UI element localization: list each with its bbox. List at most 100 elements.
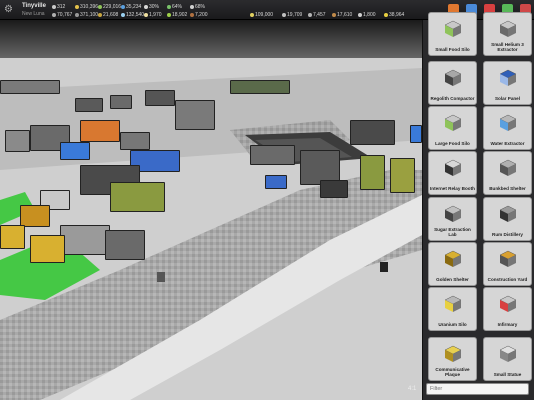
stat-value: 21,608 [103,12,119,18]
game-speed-indicator[interactable]: 4:1 [408,386,416,392]
research-icon [282,12,286,17]
stat-tool: 7,457 [308,12,326,18]
build-card-rum-distillery[interactable]: Rum Distillery [483,197,532,241]
colony-building[interactable] [0,80,60,94]
settings-gear-icon[interactable]: ⚙ [4,5,14,15]
build-card-water-extractor[interactable]: Water Extractor [483,106,532,150]
build-card-solar-panel[interactable]: Solar Panel [483,61,532,105]
stat-value: 1,800 [363,12,376,18]
building-thumbnail-icon [441,17,465,39]
colony-building[interactable] [175,100,215,130]
building-thumbnail-icon [441,111,465,133]
stat-energy: 109,000 [250,12,273,18]
colony-building[interactable] [5,130,30,152]
build-card-large-food-silo[interactable]: Large Food Silo [428,106,477,150]
colony-building[interactable] [105,230,145,260]
build-card-construction-yard[interactable]: Construction Yard [483,242,532,286]
stat-value: 7,457 [313,12,326,18]
stat-oxygen: 30% [144,4,159,10]
stat-value: 109,000 [255,12,274,18]
build-card-small-food-silo[interactable]: Small Food Silo [428,12,477,56]
colony-building[interactable] [110,95,132,109]
colonist-sprite[interactable] [380,262,388,272]
helium-icon [98,12,102,17]
colonist-sprite[interactable] [157,272,165,282]
build-card-label: Construction Yard [487,277,528,282]
coin-icon [75,4,79,9]
stat-morale: 64% [167,4,182,10]
stat-helium: 21,608 [98,12,118,18]
health-icon [190,4,194,9]
colony-subtitle: New Luna [22,11,45,17]
build-card-label: Small Food Silo [435,47,470,52]
build-card-small-statue[interactable]: Small Statue [483,337,532,381]
build-card-communicative-plaque[interactable]: Communicative Plaque [428,337,477,381]
colony-building[interactable] [20,205,50,227]
colony-building[interactable] [60,142,90,160]
stat-value: 312 [57,4,66,10]
build-card-label: Internet Relay Booth [430,186,475,191]
build-card-label: Water Extractor [490,141,525,146]
colony-building[interactable] [145,90,175,106]
colony-building[interactable] [60,225,110,255]
crate-icon [332,12,336,17]
build-card-golden-shelter[interactable]: Golden Shelter [428,242,477,286]
colony-building[interactable] [120,132,150,150]
colony-building[interactable] [390,158,415,193]
dna-icon [358,12,362,17]
stat-health: 68% [190,4,205,10]
water-icon [121,4,125,9]
colony-building[interactable] [0,225,25,249]
build-card-sugar-extraction-lab[interactable]: Sugar Extraction Lab [428,197,477,241]
stat-coin: 310,396 [75,4,98,10]
game-viewport[interactable] [0,20,422,400]
stat-uranium: 18,902 [167,12,187,18]
colony-building[interactable] [250,145,295,165]
oxygen-icon [144,4,148,9]
colony-building[interactable] [265,175,287,189]
build-card-internet-relay-booth[interactable]: Internet Relay Booth [428,151,477,195]
colony-building[interactable] [110,182,165,212]
building-thumbnail-icon [496,292,520,314]
colony-building[interactable] [320,180,348,198]
stat-value: 38,964 [389,12,405,18]
build-card-label: Rum Distillery [492,232,523,237]
stat-value: 17,610 [337,12,353,18]
colony-building[interactable] [230,80,290,94]
build-card-label: Infirmary [497,322,518,327]
tool-icon [308,12,312,17]
stat-dna: 1,800 [358,12,376,18]
building-thumbnail-icon [441,202,465,224]
build-card-label: Solar Panel [494,96,521,101]
build-card-regolith-compactor[interactable]: Regolith Compactor [428,61,477,105]
build-card-uranium-silo[interactable]: Uranium Silo [428,287,477,331]
building-thumbnail-icon [496,202,520,224]
stat-value: 132,540 [126,12,145,18]
colony-building[interactable] [80,120,120,142]
building-thumbnail-icon [496,66,520,88]
stat-value: 310,396 [80,4,99,10]
stat-regolith: 70,767 [52,12,72,18]
stat-metal: 371,100 [75,12,98,18]
build-card-bunkbed-shelter[interactable]: Bunkbed Shelter [483,151,532,195]
food-icon [98,4,102,9]
colony-building[interactable] [75,98,103,112]
colony-building[interactable] [30,235,65,263]
uranium-icon [167,12,171,17]
build-menu-panel: Small Food Silo Small Helium 3 Extractor R… [422,12,534,400]
build-card-small-helium-3-extractor[interactable]: Small Helium 3 Extractor [483,12,532,56]
colony-building[interactable] [410,125,422,143]
build-card-label: Small Statue [493,372,522,377]
stat-value: 68% [195,4,206,10]
morale-icon [167,4,171,9]
building-thumbnail-icon [496,17,520,39]
colony-building[interactable] [350,120,395,145]
filter-input[interactable] [426,383,529,395]
building-thumbnail-icon [441,292,465,314]
build-card-infirmary[interactable]: Infirmary [483,287,532,331]
building-thumbnail-icon [496,156,520,178]
building-thumbnail-icon [441,342,465,364]
stat-value: 18,902 [172,12,188,18]
stat-value: 19,709 [287,12,303,18]
colony-building[interactable] [360,155,385,190]
